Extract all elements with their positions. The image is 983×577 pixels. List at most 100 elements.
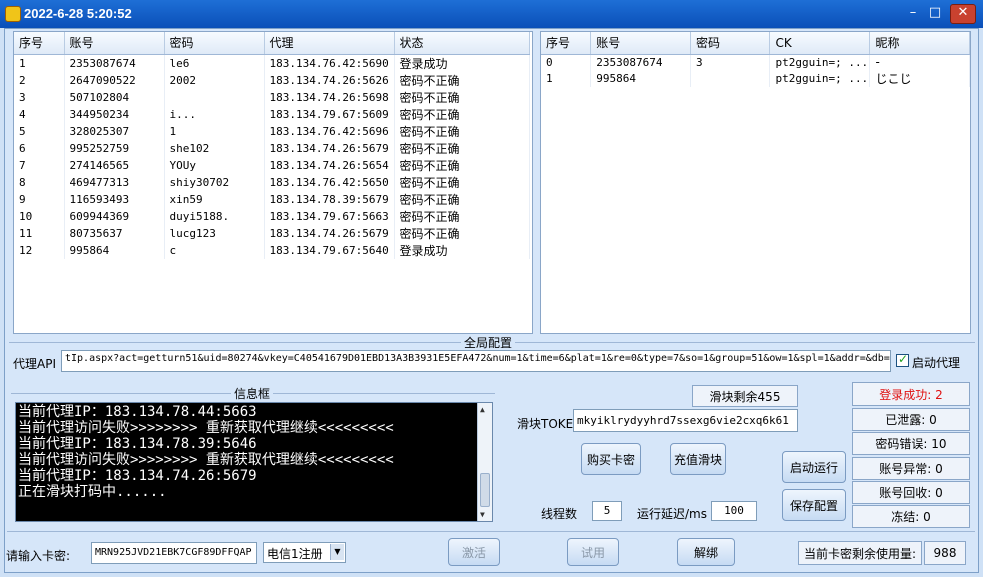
column-header[interactable]: 昵称 xyxy=(869,32,970,55)
slider-token-input[interactable]: mkyiklrydyyhrd7ssexg6vie2cxq6k61 xyxy=(573,409,798,432)
remaining-uses-label: 当前卡密剩余使用量: xyxy=(798,541,922,565)
table-cell: 183.134.79.67:5609 xyxy=(264,105,395,123)
global-config-label: 全局配置 xyxy=(461,334,516,351)
column-header[interactable]: 序号 xyxy=(541,32,592,55)
table-cell: 2002 xyxy=(164,71,265,89)
card-key-input[interactable]: MRN925JVD21EBK7CGF89DFFQAP xyxy=(91,542,257,564)
table-cell: le6 xyxy=(164,54,265,72)
table-cell: lucg123 xyxy=(164,224,265,242)
start-run-button[interactable]: 启动运行 xyxy=(782,451,846,483)
table-cell: - xyxy=(869,54,970,70)
table-row[interactable]: 11 80735637 lucg123 183.134.74.26:5679 密码不正确 xyxy=(14,224,530,242)
table-cell: YOUy xyxy=(164,156,265,174)
console-line: 当前代理IP：183.134.78.44:5663 xyxy=(18,404,257,420)
buy-card-button[interactable]: 购买卡密 xyxy=(581,443,641,475)
table-cell: duyi5188. xyxy=(164,207,265,225)
table-cell: 密码不正确 xyxy=(394,139,530,157)
table-cell: pt2gguin=; ... xyxy=(769,54,871,70)
column-header[interactable]: CK xyxy=(769,32,871,55)
table-cell: 183.134.74.26:5679 xyxy=(264,224,395,242)
scroll-up-icon[interactable]: ▲ xyxy=(480,405,485,414)
proxy-api-input[interactable]: tIp.aspx?act=getturn51&uid=80274&vkey=C4… xyxy=(61,350,891,372)
console-line: 正在滑块打码中...... xyxy=(18,484,167,500)
activate-button[interactable]: 激活 xyxy=(448,538,500,566)
console-line: 当前代理访问失败>>>>>>>> 重新获取代理继续<<<<<<<<< xyxy=(18,452,394,468)
column-header[interactable]: 状态 xyxy=(394,32,530,55)
info-console[interactable]: 当前代理IP：183.134.78.44:5663 当前代理访问失败>>>>>>>… xyxy=(15,402,493,522)
region-select[interactable]: 电信1注册 ▼ xyxy=(263,542,346,563)
table-row[interactable]: 7 274146565 YOUy 183.134.74.26:5654 密码不正确 xyxy=(14,156,530,174)
table-cell: 183.134.76.42:5690 xyxy=(264,54,395,72)
table-cell: 183.134.74.26:5679 xyxy=(264,139,395,157)
table-cell: 995252759 xyxy=(64,139,165,157)
column-header[interactable]: 密码 xyxy=(690,32,771,55)
table-cell: 8 xyxy=(14,173,65,191)
column-header[interactable]: 代理 xyxy=(264,32,395,55)
table-cell: 5 xyxy=(14,122,65,140)
table-row[interactable]: 3 507102804 183.134.74.26:5698 密码不正确 xyxy=(14,88,530,106)
table-cell: じこじ xyxy=(869,70,970,87)
minimize-button[interactable]: – xyxy=(903,5,923,23)
table-row[interactable]: 2 2647090522 2002 183.134.74.26:5626 密码不正确 xyxy=(14,71,530,89)
table-cell: 12 xyxy=(14,241,65,259)
table-cell: xin59 xyxy=(164,190,265,208)
unbind-button[interactable]: 解绑 xyxy=(677,538,735,566)
accounts-grid[interactable]: 序号 账号 密码 代理 状态 1 2353087674 le6 183.134.76.42:5… xyxy=(13,31,533,334)
table-row[interactable]: 1 2353087674 le6 183.134.76.42:5690 登录成功 xyxy=(14,54,530,72)
table-cell: 密码不正确 xyxy=(394,224,530,242)
recharge-slider-button[interactable]: 充值滑块 xyxy=(670,443,726,475)
success-grid[interactable]: 序号 账号 密码 CK 昵称 0 2353087674 3 pt2gguin=; ... -1 9… xyxy=(540,31,971,334)
table-cell: 183.134.79.67:5663 xyxy=(264,207,395,225)
column-header[interactable]: 账号 xyxy=(64,32,165,55)
table-row[interactable]: 9 116593493 xin59 183.134.78.39:5679 密码不正确 xyxy=(14,190,530,208)
console-scrollbar[interactable]: ▲ ▼ xyxy=(477,403,492,521)
table-cell: 2647090522 xyxy=(64,71,165,89)
app-icon xyxy=(5,6,21,22)
table-cell: 密码不正确 xyxy=(394,71,530,89)
table-cell: 0 xyxy=(541,54,592,70)
enable-proxy-checkbox[interactable] xyxy=(896,352,909,367)
table-cell: 183.134.78.39:5679 xyxy=(264,190,395,208)
close-button[interactable]: ✕ xyxy=(950,4,976,24)
enable-proxy-label: 启动代理 xyxy=(912,356,961,370)
table-cell: she102 xyxy=(164,139,265,157)
table-row[interactable]: 0 2353087674 3 pt2gguin=; ... - xyxy=(541,54,970,70)
table-cell: 469477313 xyxy=(64,173,165,191)
login-success-stat: 登录成功: 2 xyxy=(852,382,970,406)
chevron-down-icon[interactable]: ▼ xyxy=(330,544,344,560)
window-title: 2022-6-28 5:20:52 xyxy=(24,6,132,21)
wrong-password-stat: 密码错误: 10 xyxy=(852,432,970,455)
table-row[interactable]: 6 995252759 she102 183.134.74.26:5679 密码不正确 xyxy=(14,139,530,157)
trial-button[interactable]: 试用 xyxy=(567,538,619,566)
console-line: 当前代理访问失败>>>>>>>> 重新获取代理继续<<<<<<<<< xyxy=(18,420,394,436)
scroll-down-icon[interactable]: ▼ xyxy=(480,510,485,519)
table-cell: 密码不正确 xyxy=(394,173,530,191)
delay-input[interactable]: 100 xyxy=(711,501,757,521)
table-cell: 1 xyxy=(14,54,65,72)
table-row[interactable]: 4 344950234 i... 183.134.79.67:5609 密码不正确 xyxy=(14,105,530,123)
table-cell: 密码不正确 xyxy=(394,122,530,140)
scroll-thumb[interactable] xyxy=(480,473,490,507)
column-header[interactable]: 密码 xyxy=(164,32,265,55)
table-row[interactable]: 10 609944369 duyi5188. 183.134.79.67:5663 密码… xyxy=(14,207,530,225)
table-cell: 995864 xyxy=(590,70,691,87)
table-row[interactable]: 5 328025307 1 183.134.76.42:5696 密码不正确 xyxy=(14,122,530,140)
table-cell: 密码不正确 xyxy=(394,105,530,123)
maximize-button[interactable]: □ xyxy=(925,5,945,23)
table-cell: 1 xyxy=(164,122,265,140)
table-row[interactable]: 8 469477313 shiy30702 183.134.76.42:5650 密码不… xyxy=(14,173,530,191)
delay-label: 运行延迟/ms xyxy=(637,507,707,521)
proxy-api-label: 代理API xyxy=(13,357,56,371)
table-cell: 507102804 xyxy=(64,88,165,106)
console-line: 当前代理IP：183.134.78.39:5646 xyxy=(18,436,257,452)
column-header[interactable]: 账号 xyxy=(590,32,691,55)
table-cell: 11 xyxy=(14,224,65,242)
account-abnormal-stat: 账号异常: 0 xyxy=(852,457,970,480)
column-header[interactable]: 序号 xyxy=(14,32,65,55)
main-window: 序号 账号 密码 代理 状态 1 2353087674 le6 183.134.76.42:5… xyxy=(4,28,979,573)
table-row[interactable]: 1 995864 pt2gguin=; ... じこじ xyxy=(541,70,970,87)
threads-input[interactable]: 5 xyxy=(592,501,622,521)
save-config-button[interactable]: 保存配置 xyxy=(782,489,846,521)
table-cell: 183.134.74.26:5626 xyxy=(264,71,395,89)
table-row[interactable]: 12 995864 c 183.134.79.67:5640 登录成功 xyxy=(14,241,530,259)
